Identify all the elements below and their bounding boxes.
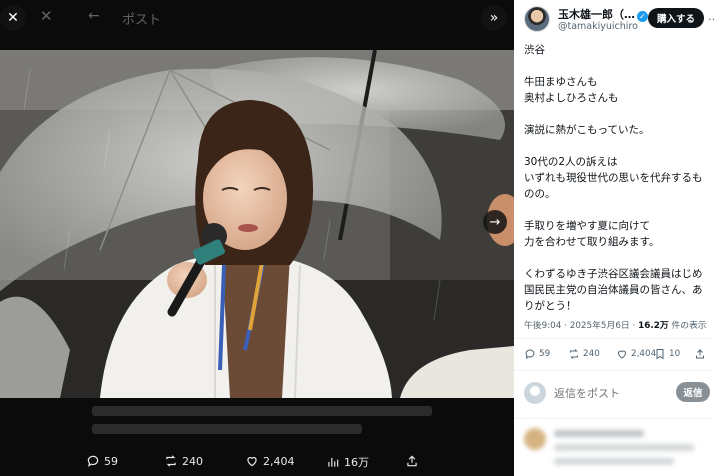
like-count: 2,404 [263, 454, 295, 468]
tweet-paragraph: 手取りを増やす夏に向けて 力を合わせて取り組みます。 [524, 220, 660, 248]
share-action[interactable] [405, 454, 419, 468]
reply-icon [87, 455, 99, 467]
reply-input[interactable] [554, 384, 664, 402]
engagement-bar: 59 240 2,404 10 [520, 346, 710, 366]
heart-icon [617, 350, 627, 359]
collapse-panel-button[interactable]: » [481, 5, 507, 31]
back-arrow-icon: ← [88, 8, 100, 24]
views-total: 16.2万 [638, 321, 669, 331]
like-count: 2,404 [631, 349, 657, 359]
heart-icon [247, 457, 257, 467]
tweet-paragraph: 渋谷 [524, 44, 545, 56]
share-icon [407, 455, 417, 467]
reply-composer: 返信 [524, 380, 710, 406]
background-header: ✕ ← ポスト [0, 0, 514, 36]
post-detail-panel: 玉木雄一郎（…✓ @tamakiyuichiro 購入する … 渋谷 牛田まゆさ… [514, 0, 714, 476]
bookmark-count: 10 [669, 349, 681, 359]
reply-count: 59 [539, 349, 551, 359]
repost-count: 240 [583, 349, 600, 359]
views-count: 16万 [344, 456, 369, 469]
post-timestamp[interactable]: 午後9:04 · 2025年5月6日 · [524, 321, 638, 331]
divider [514, 418, 714, 419]
analytics-icon [328, 457, 339, 467]
tweet-paragraph: 演説に熱がこもっていた。 [524, 124, 650, 136]
author-name[interactable]: 玉木雄一郎（… ✓ [558, 6, 648, 22]
like-action[interactable]: 2,404 [245, 454, 295, 468]
divider [514, 370, 714, 371]
background-post-content [0, 400, 514, 444]
double-chevron-right-icon: » [489, 10, 499, 26]
back-x-icon: ✕ [40, 7, 53, 25]
tweet-paragraph: 牛田まゆさんも 奥村よしひろさんも [524, 76, 619, 104]
share-stat[interactable] [694, 348, 706, 360]
close-button[interactable]: ✕ [0, 5, 26, 31]
reply-action[interactable]: 59 [86, 454, 118, 468]
arrow-right-icon: → [489, 214, 501, 230]
reply-icon [525, 349, 535, 360]
media-viewer: ✕ ← ポスト ✕ » → 59 240 2,404 16万 [0, 0, 514, 476]
divider [514, 338, 714, 339]
avatar [524, 382, 546, 404]
media-action-bar: 59 240 2,404 16万 [0, 448, 514, 476]
avatar[interactable] [524, 6, 550, 32]
rally-photo [0, 50, 514, 398]
repost-icon [570, 349, 578, 359]
tweet-paragraph: くわずるゆき子渋谷区議会議員はじめ 国民民主党の自治体議員の皆さん、ありがとう！ [524, 268, 703, 312]
author-handle[interactable]: @tamakiyuichiro [558, 21, 638, 32]
reply-count: 59 [104, 454, 118, 468]
repost-count: 240 [182, 454, 203, 468]
views-action[interactable]: 16万 [326, 454, 369, 470]
verified-badge-icon: ✓ [637, 11, 648, 22]
more-options-icon[interactable]: … [708, 10, 714, 23]
close-icon: ✕ [7, 10, 19, 26]
blurred-reply[interactable] [524, 428, 710, 476]
like-stat[interactable]: 2,404 [616, 348, 656, 360]
author-header: 玉木雄一郎（…✓ @tamakiyuichiro 購入する … [524, 6, 714, 34]
next-image-button[interactable]: → [483, 210, 507, 234]
post-photo[interactable] [0, 50, 514, 398]
tweet-text: 渋谷 牛田まゆさんも 奥村よしひろさんも 演説に熱がこもっていた。 30代の2人… [524, 42, 710, 330]
views-label: 件の表示 [668, 321, 707, 331]
post-meta: 午後9:04 · 2025年5月6日 · 16.2万 件の表示 [524, 318, 707, 331]
bookmark-stat[interactable]: 10 [654, 348, 680, 360]
repost-action[interactable]: 240 [164, 454, 203, 468]
header-title: ポスト [122, 13, 162, 28]
repost-stat[interactable]: 240 [568, 348, 600, 360]
reply-stat[interactable]: 59 [524, 348, 550, 360]
bookmark-icon [656, 349, 664, 360]
tweet-paragraph: 30代の2人の訴えは いずれも現役世代の思いを代弁するものの。 [524, 156, 703, 200]
repost-icon [166, 455, 176, 467]
reply-button[interactable]: 返信 [676, 382, 710, 402]
share-icon [696, 349, 704, 359]
subscribe-button[interactable]: 購入する [648, 8, 704, 28]
